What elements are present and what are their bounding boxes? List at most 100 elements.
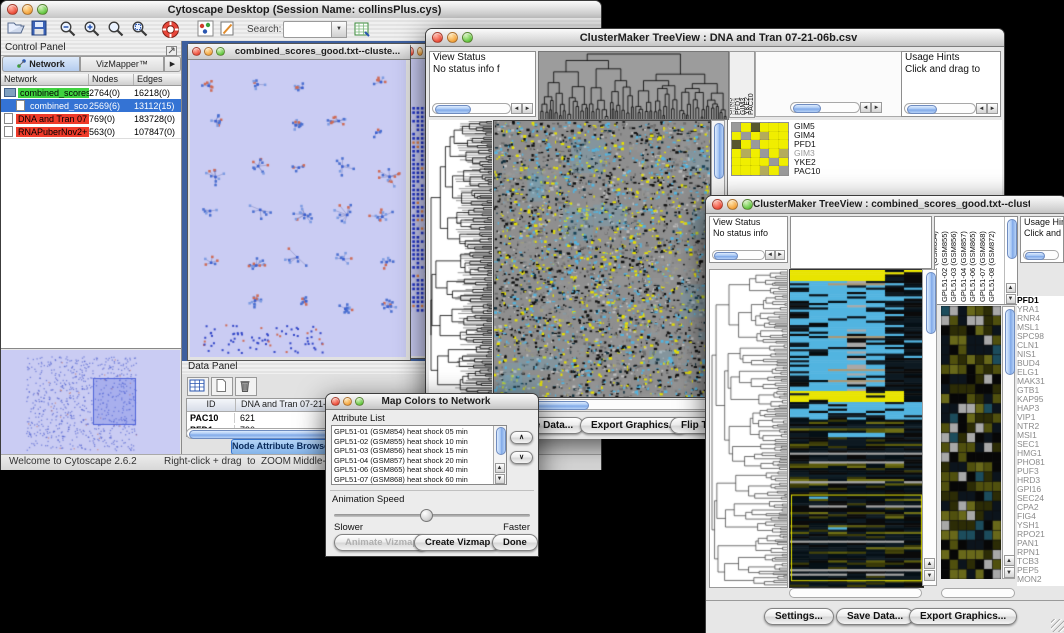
scroll-left-icon[interactable]: ◄: [765, 250, 775, 260]
treeview2-heatmap-hscrollbar[interactable]: [789, 588, 922, 598]
dialog-titlebar[interactable]: Map Colors to Network: [326, 394, 538, 410]
zoom-view-vscrollbar[interactable]: ▲ ▼: [1002, 306, 1015, 579]
scroll-down-icon[interactable]: ▼: [495, 474, 505, 484]
animation-speed-slider[interactable]: [334, 514, 530, 517]
scroll-up-icon[interactable]: ▲: [1006, 283, 1016, 293]
scroll-left-icon[interactable]: ◄: [976, 103, 987, 114]
scrollbar-thumb[interactable]: [1005, 309, 1015, 375]
close-icon[interactable]: [7, 4, 18, 15]
close-icon[interactable]: [432, 32, 443, 43]
minimize-icon[interactable]: [343, 397, 352, 406]
new-attribute-icon[interactable]: [211, 377, 233, 396]
matrix-cell[interactable]: [751, 123, 760, 132]
matrix-cell[interactable]: [779, 158, 788, 167]
matrix-cell[interactable]: [760, 132, 769, 141]
export-graphics-button[interactable]: Export Graphics...: [909, 608, 1017, 625]
matrix-cell[interactable]: [741, 140, 750, 149]
matrix-cell[interactable]: [732, 158, 741, 167]
scroll-up-icon[interactable]: ▲: [1004, 555, 1015, 566]
scroll-left-icon[interactable]: ◄: [860, 102, 871, 113]
network-table-row[interactable]: DNA and Tran 07769(0)183728(0): [1, 112, 181, 125]
usage-hints-scrollbar[interactable]: ◄►: [904, 103, 998, 114]
zoom-view-hscrollbar[interactable]: [941, 588, 1015, 598]
scroll-right-icon[interactable]: ►: [522, 103, 533, 114]
treeview1-row-dendrogram[interactable]: [429, 120, 492, 396]
treeview2-zoom-view[interactable]: [941, 306, 1001, 579]
scrollbar-thumb[interactable]: [1007, 219, 1017, 259]
matrix-cell[interactable]: [779, 166, 788, 175]
column-label[interactable]: GPL51-06 (GSM865): [968, 231, 977, 302]
scroll-down-icon[interactable]: ▼: [1004, 567, 1015, 578]
tab-vizmapper[interactable]: VizMapper™: [80, 56, 164, 72]
attribute-item[interactable]: GPL51-07 (GSM868) heat shock 60 min: [334, 475, 493, 485]
attribute-item[interactable]: GPL51-04 (GSM857) heat shock 20 min: [334, 456, 493, 466]
column-label[interactable]: GPL51-02 (GSM855): [940, 231, 949, 302]
close-icon[interactable]: [712, 199, 723, 210]
zoom-window-icon[interactable]: [355, 397, 364, 406]
matrix-cell[interactable]: [751, 158, 760, 167]
column-label[interactable]: GPL51-03 (GSM856): [949, 231, 958, 302]
scroll-down-icon[interactable]: ▼: [924, 570, 935, 581]
minimize-icon[interactable]: [417, 47, 423, 56]
matrix-cell[interactable]: [741, 149, 750, 158]
zoom-out-icon[interactable]: [59, 20, 79, 39]
treeview2-gene-list[interactable]: PFD1YRA1RNR4MSL1SPC98CLN1NIS1BUD4ELG1MAK…: [1017, 296, 1064, 586]
scrollbar-thumb[interactable]: [435, 105, 471, 114]
network-table-row[interactable]: combined_sco2569(6)13112(15): [1, 99, 181, 112]
matrix-cell[interactable]: [732, 132, 741, 141]
col-edges[interactable]: Edges: [134, 74, 180, 85]
column-label[interactable]: GPL51-04 (GSM857): [959, 231, 968, 302]
view-status-scrollbar[interactable]: ◄►: [712, 250, 785, 260]
matrix-cell[interactable]: [741, 132, 750, 141]
scroll-down-icon[interactable]: ▼: [1006, 294, 1016, 304]
resize-grip[interactable]: [1051, 619, 1064, 632]
scroll-up-icon[interactable]: ▲: [924, 558, 935, 569]
network-view-window-1[interactable]: combined_scores_good.txt--cluste...: [187, 43, 411, 361]
attribute-listbox[interactable]: GPL51-01 (GSM854) heat shock 05 minGPL51…: [331, 425, 507, 485]
matrix-cell[interactable]: [779, 132, 788, 141]
matrix-cell[interactable]: [751, 166, 760, 175]
column-label[interactable]: GPL51-07 (GSM868): [978, 231, 987, 302]
treeview2-column-labels[interactable]: GPL51-01 (GSM854)GPL51-02 (GSM855)GPL51-…: [935, 217, 1004, 304]
treeview2-titlebar[interactable]: ClusterMaker TreeView : combined_scores_…: [706, 196, 1064, 214]
network-table-row[interactable]: RNAPuberNov2+563(0)107847(0): [1, 125, 181, 138]
node-attribute-browser-tab[interactable]: Node Attribute Browser: [231, 439, 333, 455]
scrollbar-thumb[interactable]: [793, 104, 821, 113]
matrix-cell[interactable]: [732, 140, 741, 149]
treeview2-heatmap-vscrollbar[interactable]: ▲ ▼: [922, 269, 937, 586]
matrix-cell[interactable]: [741, 123, 750, 132]
zoom-fit-icon[interactable]: [131, 20, 151, 39]
minimize-icon[interactable]: [447, 32, 458, 43]
zoom-selected-icon[interactable]: [107, 20, 127, 39]
matrix-cell[interactable]: [760, 149, 769, 158]
scrollbar-thumb[interactable]: [926, 272, 936, 334]
scrollbar-thumb[interactable]: [714, 252, 738, 260]
matrix-cell[interactable]: [751, 140, 760, 149]
main-titlebar[interactable]: Cytoscape Desktop (Session Name: collins…: [1, 1, 601, 19]
move-up-button[interactable]: ∧: [510, 431, 533, 444]
matrix-cell[interactable]: [760, 166, 769, 175]
minimize-icon[interactable]: [204, 47, 213, 56]
tab-overflow-arrow[interactable]: ▶: [164, 56, 181, 72]
matrix-cell[interactable]: [741, 166, 750, 175]
matrix-cell[interactable]: [779, 149, 788, 158]
matrix-cell[interactable]: [769, 166, 778, 175]
usage-hints-scrollbar[interactable]: [1023, 250, 1059, 260]
treeview1-heatmap[interactable]: [493, 120, 711, 398]
save-data-button[interactable]: Save Data...: [836, 608, 914, 625]
matrix-cell[interactable]: [769, 123, 778, 132]
move-down-button[interactable]: ∨: [510, 451, 533, 464]
scroll-right-icon[interactable]: ►: [987, 103, 998, 114]
zoom-window-icon[interactable]: [462, 32, 473, 43]
matrix-cell[interactable]: [760, 158, 769, 167]
matrix-cell[interactable]: [769, 140, 778, 149]
treeview1-column-dendrogram[interactable]: [538, 51, 729, 120]
column-labels-vscrollbar[interactable]: ▲ ▼: [1004, 217, 1017, 304]
done-button[interactable]: Done: [492, 534, 538, 551]
vizmap-icon[interactable]: [197, 20, 217, 39]
network-window1-titlebar[interactable]: combined_scores_good.txt--cluste...: [188, 44, 410, 60]
scrollbar-thumb[interactable]: [714, 123, 724, 179]
matrix-cell[interactable]: [769, 158, 778, 167]
matrix-cell[interactable]: [769, 149, 778, 158]
gene-label[interactable]: MON2: [1017, 575, 1064, 584]
